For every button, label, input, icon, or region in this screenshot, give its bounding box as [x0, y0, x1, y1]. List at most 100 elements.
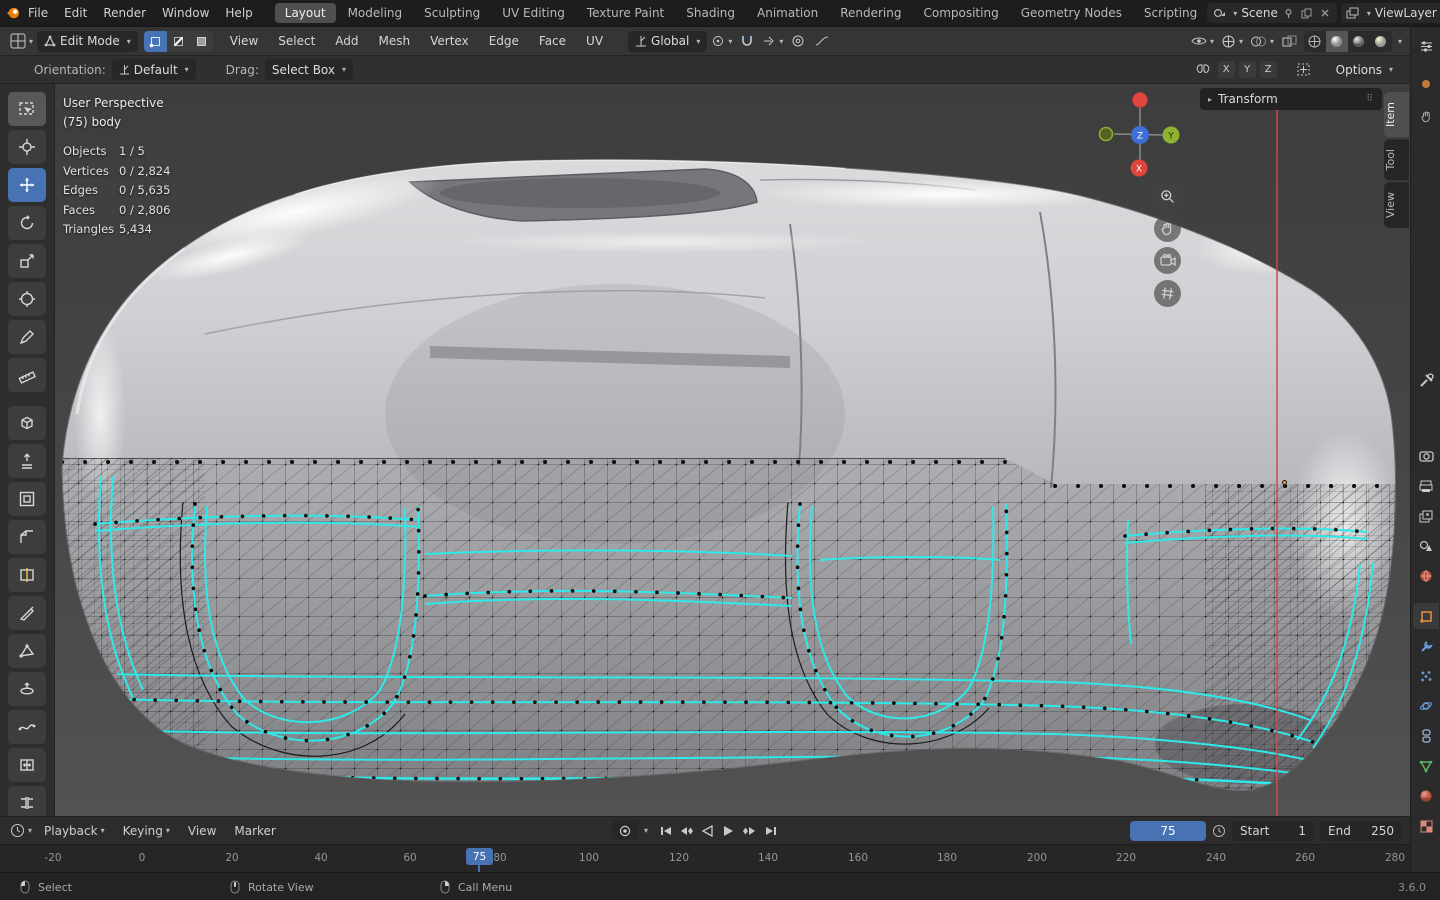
tool-edge-slide[interactable]: [8, 748, 46, 782]
snap-target-icon[interactable]: [1293, 59, 1315, 80]
tab-output[interactable]: [1413, 473, 1439, 499]
tool-transform[interactable]: [8, 282, 46, 316]
viewport-3d[interactable]: User Perspective (75) body Objects 1 / 5 …: [55, 84, 1410, 816]
pan-hand-button[interactable]: [1154, 215, 1181, 242]
workspace-tab-scripting[interactable]: Scripting: [1134, 3, 1207, 23]
npanel-tab-view[interactable]: View: [1384, 182, 1409, 229]
current-frame-field[interactable]: 75: [1130, 820, 1206, 841]
pin-icon[interactable]: [1282, 6, 1296, 20]
end-frame-field[interactable]: End 250: [1320, 820, 1402, 841]
zoom-button[interactable]: [1154, 183, 1181, 210]
tool-inset-faces[interactable]: [8, 482, 46, 516]
tool-measure[interactable]: [8, 358, 46, 392]
tab-view-layer[interactable]: [1413, 503, 1439, 529]
tab-object[interactable]: [1413, 603, 1439, 629]
pin-toggle-icon[interactable]: [1411, 71, 1440, 97]
menu-uv[interactable]: UV: [577, 27, 612, 55]
tab-object-data[interactable]: [1413, 753, 1439, 779]
ortho-grid-button[interactable]: [1154, 280, 1181, 307]
workspace-tab-layout[interactable]: Layout: [274, 3, 336, 23]
npanel-transform-header[interactable]: ▸ Transform ⠿: [1200, 88, 1382, 110]
workspace-tab-compositing[interactable]: Compositing: [913, 3, 1008, 23]
playhead-badge[interactable]: 75: [466, 848, 493, 865]
timeline-ruler[interactable]: -20 0 20 40 60 80 100 120 140 160 180 20…: [0, 844, 1410, 873]
scene-selector[interactable]: ▾ Scene: [1207, 3, 1337, 23]
mirror-x-toggle[interactable]: X: [1217, 61, 1235, 78]
tool-extrude-region[interactable]: [8, 444, 46, 478]
tool-loop-cut[interactable]: [8, 558, 46, 592]
panel-grip-icon[interactable]: ⠿: [1366, 94, 1374, 104]
viewlayer-selector[interactable]: ▾ ViewLayer: [1340, 3, 1440, 23]
tool-smooth[interactable]: [8, 710, 46, 744]
tab-active-tool[interactable]: [1413, 367, 1439, 393]
tab-texture[interactable]: [1413, 813, 1439, 839]
play-reverse-button[interactable]: [698, 821, 717, 840]
falloff-dropdown[interactable]: [811, 31, 833, 52]
menu-view[interactable]: View: [221, 27, 267, 55]
transform-orientation-dropdown[interactable]: Global ▾: [628, 30, 708, 52]
jump-to-start-button[interactable]: [656, 821, 675, 840]
tool-poly-build[interactable]: [8, 634, 46, 668]
proportional-edit-toggle[interactable]: [787, 31, 809, 52]
tool-cursor[interactable]: [8, 130, 46, 164]
tool-knife[interactable]: [8, 596, 46, 630]
shading-rendered-button[interactable]: [1370, 31, 1392, 52]
shading-wireframe-button[interactable]: [1304, 31, 1326, 52]
tab-material[interactable]: [1413, 783, 1439, 809]
tab-world[interactable]: [1413, 563, 1439, 589]
shading-dropdown[interactable]: ▾: [1398, 37, 1402, 46]
overlays-dropdown[interactable]: ▾: [1248, 31, 1276, 52]
tool-spin[interactable]: [8, 672, 46, 706]
tab-constraints[interactable]: [1413, 723, 1439, 749]
edge-select-mode-button[interactable]: [166, 30, 190, 52]
snap-settings-dropdown[interactable]: ▾: [760, 31, 785, 52]
timeline-menu-playback[interactable]: Playback ▾: [36, 824, 113, 838]
tool-add-cube[interactable]: [8, 406, 46, 440]
npanel-tab-tool[interactable]: Tool: [1384, 139, 1409, 181]
options-dropdown[interactable]: Options ▾: [1329, 59, 1400, 80]
menu-add[interactable]: Add: [326, 27, 367, 55]
camera-view-button[interactable]: [1154, 247, 1181, 274]
workspace-tab-modeling[interactable]: Modeling: [338, 3, 413, 23]
tool-scale[interactable]: [8, 244, 46, 278]
tool-rotate[interactable]: [8, 206, 46, 240]
tab-particles[interactable]: [1413, 663, 1439, 689]
tab-render[interactable]: [1413, 443, 1439, 469]
snap-magnet-toggle[interactable]: [736, 31, 758, 52]
workspace-tab-animation[interactable]: Animation: [747, 3, 828, 23]
workspace-tab-geometry-nodes[interactable]: Geometry Nodes: [1011, 3, 1132, 23]
menu-select[interactable]: Select: [269, 27, 324, 55]
drag-dropdown[interactable]: Select Box ▾: [264, 59, 354, 80]
keying-dropdown[interactable]: ▾: [644, 826, 648, 835]
jump-to-end-button[interactable]: [761, 821, 780, 840]
workspace-tab-texture-paint[interactable]: Texture Paint: [577, 3, 674, 23]
timeline-menu-keying[interactable]: Keying ▾: [115, 824, 178, 838]
face-select-mode-button[interactable]: [189, 30, 213, 52]
tool-move[interactable]: [8, 168, 46, 202]
menu-vertex[interactable]: Vertex: [421, 27, 478, 55]
mirror-z-toggle[interactable]: Z: [1259, 61, 1277, 78]
menu-mesh[interactable]: Mesh: [370, 27, 420, 55]
tool-bevel[interactable]: [8, 520, 46, 554]
pivot-point-dropdown[interactable]: ▾: [709, 31, 734, 52]
menu-face[interactable]: Face: [530, 27, 575, 55]
workspace-tab-uv-editing[interactable]: UV Editing: [492, 3, 575, 23]
menu-edit[interactable]: Edit: [56, 0, 95, 26]
tool-annotate[interactable]: [8, 320, 46, 354]
tool-select-box[interactable]: [8, 92, 46, 126]
auto-keying-toggle[interactable]: [612, 821, 638, 840]
gizmos-dropdown[interactable]: ▾: [1219, 31, 1245, 52]
start-frame-field[interactable]: Start 1: [1232, 820, 1314, 841]
properties-editor-type-icon[interactable]: [1411, 33, 1440, 59]
tab-scene[interactable]: [1413, 533, 1439, 559]
editor-type-dropdown[interactable]: ▾: [8, 31, 35, 52]
navigation-gizmo[interactable]: Z Y X: [1095, 88, 1187, 180]
play-button[interactable]: [719, 821, 738, 840]
vertex-select-mode-button[interactable]: [143, 30, 167, 52]
orientation-default-dropdown[interactable]: Default ▾: [111, 59, 196, 80]
new-scene-icon[interactable]: [1300, 6, 1314, 20]
menu-window[interactable]: Window: [154, 0, 217, 26]
menu-help[interactable]: Help: [217, 0, 260, 26]
mode-dropdown[interactable]: Edit Mode ▾: [37, 30, 138, 52]
blender-logo-icon[interactable]: [6, 6, 20, 20]
